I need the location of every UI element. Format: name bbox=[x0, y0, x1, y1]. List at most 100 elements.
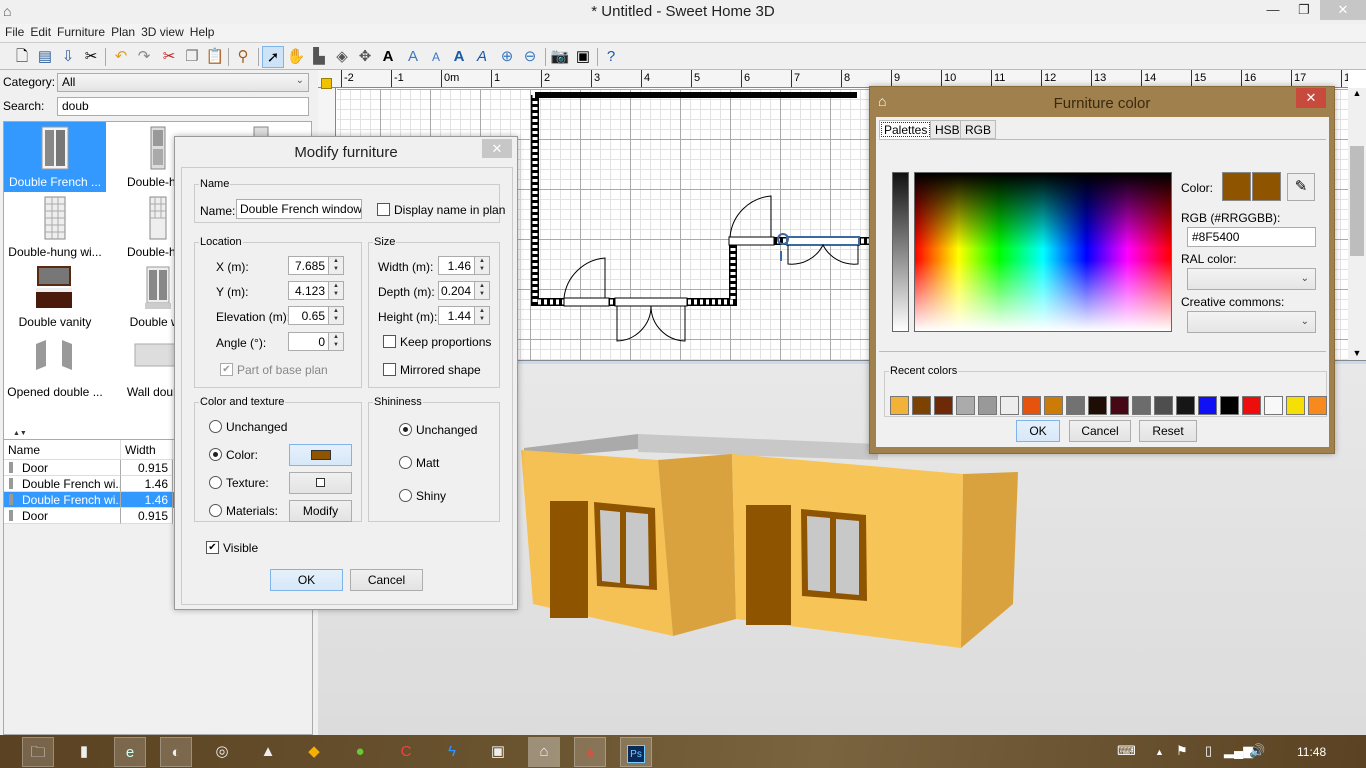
cancel-button[interactable]: Cancel bbox=[1069, 420, 1131, 442]
spinner-arrows-icon[interactable]: ▲ ▼ bbox=[474, 307, 489, 324]
save-icon[interactable]: ⇩ bbox=[57, 46, 79, 68]
italic-text-icon[interactable]: A bbox=[471, 46, 493, 68]
materials-radio[interactable] bbox=[209, 504, 222, 517]
menu-edit[interactable]: Edit bbox=[27, 24, 54, 40]
tab-palettes[interactable]: Palettes bbox=[879, 120, 933, 139]
recent-color-swatch[interactable] bbox=[934, 396, 953, 415]
ok-button[interactable]: OK bbox=[270, 569, 343, 591]
recent-color-swatch[interactable] bbox=[1198, 396, 1217, 415]
menu-file[interactable]: File bbox=[2, 24, 27, 40]
create-photo-icon[interactable]: 📷 bbox=[549, 46, 571, 68]
angle-spinner[interactable]: 0 ▲ ▼ bbox=[288, 332, 344, 351]
width-spinner[interactable]: 1.46 ▲ ▼ bbox=[438, 256, 490, 275]
texture-button[interactable] bbox=[289, 472, 352, 494]
recent-color-swatch[interactable] bbox=[1022, 396, 1041, 415]
catalog-item[interactable]: Double-hung wi... bbox=[4, 192, 106, 262]
create-walls-icon[interactable]: ▙ bbox=[308, 46, 330, 68]
tab-rgb[interactable]: RGB bbox=[960, 120, 997, 139]
select-mode-icon[interactable]: ➚ bbox=[262, 46, 284, 68]
elevation-spinner[interactable]: 0.65 ▲ ▼ bbox=[288, 306, 344, 325]
texture-radio[interactable] bbox=[209, 476, 222, 489]
photoshop-icon[interactable]: Ps bbox=[620, 737, 652, 767]
menu-3d-view[interactable]: 3D view bbox=[138, 24, 187, 40]
action-center-flag-icon[interactable]: ⚑ bbox=[1176, 743, 1188, 759]
decrease-text-size-icon[interactable]: A bbox=[425, 46, 447, 68]
menu-furniture[interactable]: Furniture bbox=[54, 24, 108, 40]
recent-color-swatch[interactable] bbox=[1264, 396, 1283, 415]
reset-button[interactable]: Reset bbox=[1139, 420, 1197, 442]
recent-color-swatch[interactable] bbox=[890, 396, 909, 415]
recent-color-swatch[interactable] bbox=[1000, 396, 1019, 415]
ccleaner-icon[interactable]: C bbox=[390, 737, 422, 767]
matt-radio[interactable] bbox=[399, 456, 412, 469]
sweet-home-3d-taskbar-icon[interactable]: ⌂ bbox=[528, 737, 560, 767]
lightning-app-icon[interactable]: ϟ bbox=[436, 737, 468, 767]
spinner-arrows-icon[interactable]: ▲ ▼ bbox=[328, 282, 343, 299]
clock[interactable]: 11:48 bbox=[1297, 745, 1326, 759]
recent-color-swatch[interactable] bbox=[1132, 396, 1151, 415]
recent-color-swatch[interactable] bbox=[1088, 396, 1107, 415]
brightness-slider[interactable] bbox=[892, 172, 909, 332]
column-header-name[interactable]: Name bbox=[4, 440, 121, 459]
open-icon[interactable]: ▤ bbox=[34, 46, 56, 68]
catalog-item[interactable]: Opened double ... bbox=[4, 332, 106, 402]
scroll-thumb[interactable] bbox=[1350, 146, 1364, 256]
maximize-button[interactable]: ❐ bbox=[1284, 0, 1324, 20]
pan-mode-icon[interactable]: ✋ bbox=[285, 46, 307, 68]
preferences-icon[interactable]: ✂ bbox=[80, 46, 102, 68]
menu-help[interactable]: Help bbox=[187, 24, 218, 40]
recent-color-swatch[interactable] bbox=[1154, 396, 1173, 415]
spinner-arrows-icon[interactable]: ▲ ▼ bbox=[328, 307, 343, 324]
firefox-icon[interactable]: ◐ bbox=[160, 737, 192, 767]
ral-color-select[interactable]: ⌄ bbox=[1187, 268, 1316, 290]
downloader-icon[interactable]: ● bbox=[344, 737, 376, 767]
close-dialog-button[interactable]: ✕ bbox=[482, 139, 512, 158]
help-icon[interactable]: ? bbox=[600, 46, 622, 68]
x-spinner[interactable]: 7.685 ▲ ▼ bbox=[288, 256, 344, 275]
color-radio[interactable] bbox=[209, 448, 222, 461]
shininess-unchanged-radio[interactable] bbox=[399, 423, 412, 436]
system-monitor-icon[interactable]: ▣ bbox=[482, 737, 514, 767]
color-button[interactable] bbox=[289, 444, 352, 466]
copy-icon[interactable]: ❐ bbox=[181, 46, 203, 68]
undo-icon[interactable]: ↶ bbox=[110, 46, 132, 68]
volume-icon[interactable]: 🔊 bbox=[1249, 743, 1265, 759]
create-rooms-icon[interactable]: ◈ bbox=[331, 46, 353, 68]
cut-icon[interactable]: ✂ bbox=[158, 46, 180, 68]
zoom-in-icon[interactable]: ⊕ bbox=[496, 46, 518, 68]
chrome-icon[interactable]: ◎ bbox=[206, 737, 238, 767]
pdf-app-icon[interactable]: ♠ bbox=[574, 737, 606, 767]
internet-explorer-icon[interactable]: e bbox=[114, 737, 146, 767]
creative-commons-select[interactable]: ⌄ bbox=[1187, 311, 1316, 333]
scroll-up-icon[interactable]: ▲ bbox=[1348, 88, 1366, 98]
new-home-icon[interactable]: 🗋 bbox=[11, 46, 33, 68]
recent-color-swatch[interactable] bbox=[1220, 396, 1239, 415]
zoom-out-icon[interactable]: ⊖ bbox=[519, 46, 541, 68]
menu-plan[interactable]: Plan bbox=[108, 24, 138, 40]
recent-color-swatch[interactable] bbox=[1242, 396, 1261, 415]
create-video-icon[interactable]: ▣ bbox=[572, 46, 594, 68]
plan-scrollbar[interactable]: ▲ ▼ bbox=[1348, 88, 1366, 360]
shiny-radio[interactable] bbox=[399, 489, 412, 502]
recent-color-swatch[interactable] bbox=[956, 396, 975, 415]
recent-color-swatch[interactable] bbox=[978, 396, 997, 415]
show-hidden-icons-icon[interactable]: ▲ bbox=[1155, 747, 1164, 757]
recent-color-swatch[interactable] bbox=[1110, 396, 1129, 415]
catalog-item[interactable]: Double vanity bbox=[4, 262, 106, 332]
part-of-base-plan-checkbox[interactable]: ✔ bbox=[220, 363, 233, 376]
battery-icon[interactable]: ▯ bbox=[1205, 743, 1212, 759]
rgb-input[interactable]: #8F5400 bbox=[1187, 227, 1316, 247]
category-select[interactable]: All ⌄ bbox=[57, 73, 309, 92]
increase-text-size-icon[interactable]: A bbox=[402, 46, 424, 68]
paste-icon[interactable]: 📋 bbox=[204, 46, 226, 68]
recent-color-swatch[interactable] bbox=[1176, 396, 1195, 415]
unchanged-radio[interactable] bbox=[209, 420, 222, 433]
file-explorer-icon[interactable]: 🗀 bbox=[22, 737, 54, 767]
modify-materials-button[interactable]: Modify bbox=[289, 500, 352, 522]
vlc-icon[interactable]: ▲ bbox=[252, 737, 284, 767]
redo-icon[interactable]: ↷ bbox=[133, 46, 155, 68]
create-dimensions-icon[interactable]: ✥ bbox=[354, 46, 376, 68]
keep-proportions-checkbox[interactable] bbox=[383, 335, 396, 348]
spinner-arrows-icon[interactable]: ▲ ▼ bbox=[328, 333, 343, 350]
scroll-down-icon[interactable]: ▼ bbox=[1348, 348, 1366, 358]
